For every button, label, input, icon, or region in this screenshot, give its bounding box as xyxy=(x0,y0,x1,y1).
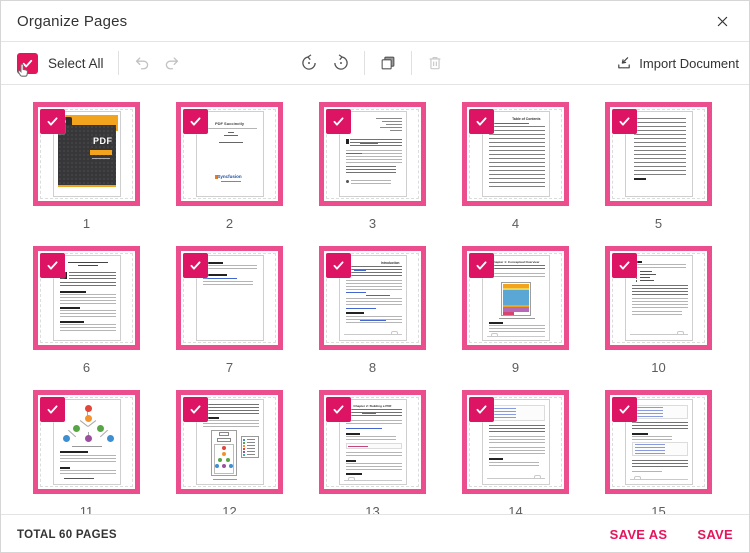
checkbox-checked-icon[interactable] xyxy=(17,52,38,77)
save-as-button[interactable]: SAVE AS xyxy=(610,527,668,542)
total-pages-label: TOTAL 60 PAGES xyxy=(17,528,117,541)
page-thumbnail[interactable] xyxy=(605,246,712,350)
page-checkbox[interactable] xyxy=(326,397,351,422)
page-thumbnail[interactable] xyxy=(605,390,712,494)
page-checkbox[interactable] xyxy=(326,109,351,134)
page-number: 14 xyxy=(508,504,523,514)
page-number: 5 xyxy=(654,216,663,231)
close-icon[interactable] xyxy=(709,8,735,34)
page-number: 13 xyxy=(365,504,380,514)
page-number: 3 xyxy=(368,216,377,231)
page-number: 10 xyxy=(651,360,666,375)
select-all-label: Select All xyxy=(48,55,104,71)
page-cell: PDF Succinctly Syncfusion 2 xyxy=(176,102,283,231)
save-button[interactable]: SAVE xyxy=(697,527,733,542)
page-cell: PDF 1 xyxy=(33,102,140,231)
page-thumbnail[interactable] xyxy=(176,390,283,494)
page-cell: 10 xyxy=(605,246,712,375)
page-thumbnail[interactable]: PDF Succinctly Syncfusion xyxy=(176,102,283,206)
page-thumbnail[interactable] xyxy=(462,390,569,494)
page-thumbnail[interactable] xyxy=(605,102,712,206)
page-cell: Table of Contents 4 xyxy=(462,102,569,231)
copy-pages-icon[interactable] xyxy=(379,54,397,72)
page-number: 11 xyxy=(79,504,94,514)
delete-pages-icon[interactable] xyxy=(426,54,444,72)
page-cell: Chapter 1: Conceptual Overview 9 xyxy=(462,246,569,375)
page-thumbnail[interactable]: Chapter 1: Conceptual Overview xyxy=(462,246,569,350)
page-checkbox[interactable] xyxy=(469,109,494,134)
page-cell: 3 xyxy=(319,102,426,231)
page-thumbnail[interactable] xyxy=(33,390,140,494)
page-cell: 5 xyxy=(605,102,712,231)
page-number: 4 xyxy=(511,216,520,231)
page-number: 7 xyxy=(225,360,234,375)
dialog-header: Organize Pages xyxy=(1,1,749,42)
toolbar: Select All Import Document xyxy=(1,42,749,85)
page-number: 2 xyxy=(225,216,234,231)
page-thumbnail[interactable] xyxy=(319,102,426,206)
page-checkbox[interactable] xyxy=(183,109,208,134)
page-checkbox[interactable] xyxy=(40,397,65,422)
page-number: 12 xyxy=(222,504,237,514)
page-checkbox[interactable] xyxy=(326,253,351,278)
dialog-footer: TOTAL 60 PAGES SAVE AS SAVE xyxy=(1,514,749,552)
page-cell: 12 xyxy=(176,390,283,514)
organize-pages-dialog: Organize Pages Select All Import Documen… xyxy=(0,0,750,553)
page-checkbox[interactable] xyxy=(40,109,65,134)
page-checkbox[interactable] xyxy=(183,397,208,422)
mouse-cursor-icon xyxy=(17,63,29,77)
page-checkbox[interactable] xyxy=(469,253,494,278)
page-thumbnail[interactable] xyxy=(33,246,140,350)
page-checkbox[interactable] xyxy=(612,109,637,134)
page-thumbnail[interactable]: Chapter 2: Building a PDF xyxy=(319,390,426,494)
undo-button[interactable] xyxy=(133,54,151,72)
page-thumbnail[interactable] xyxy=(176,246,283,350)
page-cell: 6 xyxy=(33,246,140,375)
page-cell: Introduction 8 xyxy=(319,246,426,375)
page-thumbnail[interactable]: PDF xyxy=(33,102,140,206)
toolbar-separator xyxy=(410,51,412,75)
dialog-title: Organize Pages xyxy=(17,12,128,30)
page-number: 15 xyxy=(651,504,666,514)
rotate-left-icon[interactable] xyxy=(300,54,318,72)
page-thumbnail[interactable]: Table of Contents xyxy=(462,102,569,206)
page-number: 6 xyxy=(82,360,91,375)
page-number: 9 xyxy=(511,360,520,375)
page-checkbox[interactable] xyxy=(612,397,637,422)
page-cell: Chapter 2: Building a PDF 13 xyxy=(319,390,426,514)
page-number: 8 xyxy=(368,360,377,375)
page-thumbnail[interactable]: Introduction xyxy=(319,246,426,350)
pages-grid: PDF 1 PDF Succinctly Syncfusion 2 3 Table … xyxy=(33,102,749,514)
page-checkbox[interactable] xyxy=(183,253,208,278)
import-document-label: Import Document xyxy=(639,55,739,71)
select-all-checkbox[interactable]: Select All xyxy=(17,52,104,77)
import-document-button[interactable]: Import Document xyxy=(616,55,739,71)
rotate-right-icon[interactable] xyxy=(332,54,350,72)
page-cell: 7 xyxy=(176,246,283,375)
page-cell: 14 xyxy=(462,390,569,514)
page-checkbox[interactable] xyxy=(612,253,637,278)
page-checkbox[interactable] xyxy=(469,397,494,422)
toolbar-separator xyxy=(363,51,365,75)
page-checkbox[interactable] xyxy=(40,253,65,278)
pages-scroll-area[interactable]: PDF 1 PDF Succinctly Syncfusion 2 3 Table … xyxy=(1,85,749,514)
page-cell: 15 xyxy=(605,390,712,514)
page-number: 1 xyxy=(82,216,91,231)
page-cell: 11 xyxy=(33,390,140,514)
redo-button[interactable] xyxy=(163,54,181,72)
import-icon xyxy=(618,57,631,69)
toolbar-separator xyxy=(117,51,119,75)
